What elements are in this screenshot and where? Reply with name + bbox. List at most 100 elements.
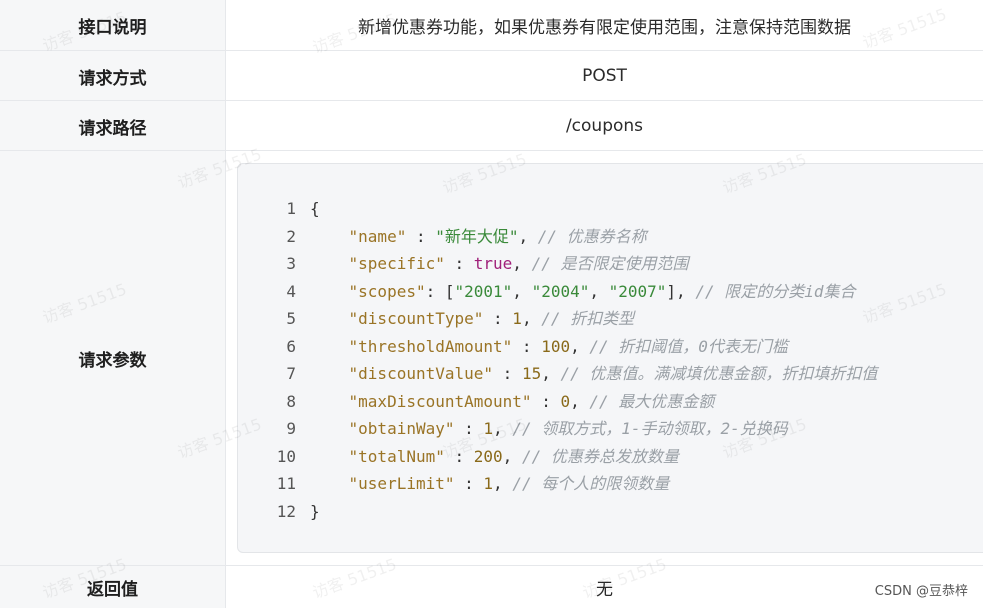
code-token: "name" [348, 226, 407, 246]
interface-desc-label: 接口说明 [0, 0, 226, 51]
row-interface-desc: 接口说明 新增优惠券功能，如果优惠券有限定使用范围，注意保持范围数据 [0, 0, 983, 51]
code-line: 7 "discountValue" : 15, // 优惠值。满减填优惠金额，折… [238, 360, 983, 388]
code-line: 6 "thresholdAmount" : 100, // 折扣阈值，0代表无门… [238, 333, 983, 361]
code-token: : [444, 254, 474, 273]
code-token: "2007" [608, 281, 667, 301]
code-token: : [493, 364, 522, 383]
row-request-method: 请求方式 POST [0, 50, 983, 101]
code-token: // 折扣类型 [541, 309, 635, 328]
code-token: , [541, 364, 561, 383]
code-token: : [406, 226, 436, 246]
row-request-params: 请求参数 1{2 "name" : "新年大促", // 优惠券名称 3 "spe… [0, 150, 983, 566]
code-text: } [310, 498, 320, 526]
code-token: : [531, 391, 561, 411]
code-block[interactable]: 1{2 "name" : "新年大促", // 优惠券名称 3 "specific… [237, 163, 983, 553]
request-path-label: 请求路径 [0, 101, 226, 151]
code-token: 0 [560, 391, 571, 411]
line-number: 12 [276, 501, 296, 521]
code-token: "discountValue" [348, 364, 494, 383]
code-text: { [310, 195, 320, 223]
code-token: , [570, 391, 590, 411]
code-text: "discountValue" : 15, // 优惠值。满减填优惠金额，折扣填… [310, 360, 878, 388]
code-token: true [473, 254, 513, 273]
code-line: 1{ [238, 195, 983, 223]
code-line: 5 "discountType" : 1, // 折扣类型 [238, 305, 983, 333]
code-token: // 每个人的限领数量 [512, 474, 670, 493]
code-line: 8 "maxDiscountAmount" : 0, // 最大优惠金额 [238, 388, 983, 416]
code-token: : [454, 474, 484, 493]
code-token: : [454, 419, 484, 438]
credit-text: CSDN @豆恭梓 [874, 584, 968, 599]
line-number: 9 [286, 419, 296, 438]
code-line: 3 "specific" : true, // 是否限定使用范围 [238, 250, 983, 278]
code-token: // 优惠值。满减填优惠金额，折扣填折扣值 [560, 364, 878, 383]
code-token: // 领取方式，1-手动领取，2-兑换码 [512, 419, 788, 438]
code-text: "scopes": ["2001", "2004", "2007"], // 限… [310, 278, 856, 306]
request-method-label: 请求方式 [0, 51, 226, 101]
request-path-value: /coupons [565, 116, 644, 136]
line-number: 6 [286, 336, 296, 356]
code-text: "userLimit" : 1, // 每个人的限领数量 [310, 470, 670, 498]
code-token: : [ [425, 281, 455, 301]
code-token: "scopes" [348, 281, 426, 301]
code-token: // 最大优惠金额 [589, 391, 715, 411]
return-value-label: 返回值 [0, 566, 226, 608]
line-number: 4 [286, 281, 296, 301]
code-line: 9 "obtainWay" : 1, // 领取方式，1-手动领取，2-兑换码 [238, 415, 983, 443]
code-token: // 折扣阈值，0代表无门槛 [589, 336, 788, 356]
code-token: , [521, 309, 542, 328]
code-line: 12} [238, 498, 983, 526]
line-number: 11 [276, 474, 296, 493]
code-token: 200 [473, 446, 503, 466]
code-token: , [512, 281, 532, 301]
code-token: "obtainWay" [348, 419, 455, 438]
code-line: 10 "totalNum" : 200, // 优惠券总发放数量 [238, 443, 983, 471]
code-token: , [512, 254, 532, 273]
line-number: 5 [286, 309, 296, 328]
code-text: "name" : "新年大促", // 优惠券名称 [310, 223, 647, 251]
code-token: 15 [521, 364, 542, 383]
code-token: 100 [541, 336, 571, 356]
code-token: // 是否限定使用范围 [531, 254, 689, 273]
request-params-label: 请求参数 [0, 151, 226, 566]
code-token: , [493, 474, 513, 493]
code-token: "totalNum" [348, 446, 445, 466]
code-token: } [310, 501, 320, 521]
code-token: 1 [512, 309, 522, 328]
code-token: : [483, 309, 513, 328]
code-token: "新年大促" [435, 226, 519, 246]
code-token: // 优惠券名称 [537, 226, 647, 246]
line-number: 3 [286, 254, 296, 273]
code-text: "maxDiscountAmount" : 0, // 最大优惠金额 [310, 388, 715, 416]
row-request-path: 请求路径 /coupons [0, 100, 983, 151]
code-token: : [512, 336, 542, 356]
code-token: , [493, 419, 513, 438]
row-return-value: 返回值 无 [0, 565, 983, 608]
code-token: "userLimit" [348, 474, 455, 493]
code-token: : [444, 446, 474, 466]
code-text: "specific" : true, // 是否限定使用范围 [310, 250, 689, 278]
code-text: "thresholdAmount" : 100, // 折扣阈值，0代表无门槛 [310, 333, 788, 361]
code-text: "discountType" : 1, // 折扣类型 [310, 305, 635, 333]
code-token: // 优惠券总发放数量 [521, 446, 679, 466]
code-token: 1 [483, 419, 494, 438]
code-token: 1 [483, 474, 494, 493]
code-token: , [502, 446, 522, 466]
code-token: "specific" [348, 254, 445, 273]
line-number: 7 [286, 364, 296, 383]
code-line: 11 "userLimit" : 1, // 每个人的限领数量 [238, 470, 983, 498]
code-text: "obtainWay" : 1, // 领取方式，1-手动领取，2-兑换码 [310, 415, 788, 443]
interface-desc-value: 新增优惠券功能，如果优惠券有限定使用范围，注意保持范围数据 [358, 18, 851, 38]
code-token: "discountType" [348, 309, 484, 328]
line-number: 8 [286, 391, 296, 411]
